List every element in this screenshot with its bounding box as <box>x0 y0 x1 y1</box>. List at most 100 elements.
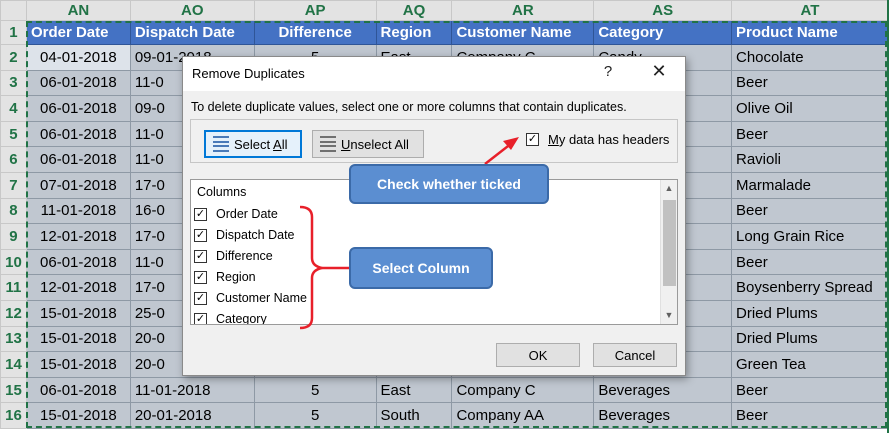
column-checkbox-item[interactable]: ✓ Category <box>194 309 267 324</box>
my-data-has-headers-checkbox[interactable]: ✓ My data has headers <box>526 132 669 147</box>
table-cell[interactable]: 07-01-2018 <box>25 171 131 199</box>
column-checkbox-item[interactable]: ✓ Difference <box>194 246 273 266</box>
table-cell[interactable]: East <box>375 376 453 404</box>
table-cell[interactable]: 06-01-2018 <box>25 376 131 404</box>
dialog-title-bar[interactable]: Remove Duplicates ? ✕ <box>183 57 685 91</box>
cancel-button[interactable]: Cancel <box>593 343 677 367</box>
column-checkbox-label: Customer Name <box>216 291 307 305</box>
column-checkbox[interactable]: ✓ <box>194 228 207 242</box>
column-header[interactable]: AT <box>731 0 889 21</box>
column-checkbox[interactable]: ✓ <box>194 249 207 263</box>
header-cell[interactable]: Order Date <box>25 20 131 45</box>
scroll-up-icon[interactable]: ▲ <box>661 180 677 197</box>
row-header[interactable]: 3 <box>0 69 27 97</box>
row-header[interactable]: 6 <box>0 146 27 173</box>
row-header[interactable]: 1 <box>0 20 27 45</box>
ok-button[interactable]: OK <box>496 343 580 367</box>
column-checkbox[interactable]: ✓ <box>194 270 207 284</box>
table-cell[interactable]: Olive Oil <box>731 95 889 122</box>
table-cell[interactable]: 15-01-2018 <box>25 325 131 353</box>
scroll-down-icon[interactable]: ▼ <box>661 307 677 324</box>
row-header[interactable]: 8 <box>0 197 27 225</box>
table-cell[interactable]: 06-01-2018 <box>25 120 131 148</box>
header-cell[interactable]: Category <box>593 20 732 45</box>
row-header[interactable]: 15 <box>0 376 27 404</box>
table-cell[interactable]: Marmalade <box>731 171 889 199</box>
row-header[interactable]: 9 <box>0 223 27 250</box>
table-cell[interactable]: 06-01-2018 <box>25 248 131 276</box>
close-icon[interactable]: ✕ <box>649 61 669 83</box>
table-cell[interactable]: 12-01-2018 <box>25 223 131 250</box>
table-cell[interactable]: Company C <box>451 376 595 404</box>
row-header[interactable]: 11 <box>0 274 27 301</box>
row-header[interactable]: 12 <box>0 299 27 327</box>
table-cell[interactable]: 15-01-2018 <box>25 299 131 327</box>
table-row: 15 06-01-2018 11-01-2018 5 East Company C Beve… <box>0 376 889 404</box>
table-cell[interactable]: Green Tea <box>731 351 889 378</box>
table-cell[interactable]: Beverages <box>593 402 732 429</box>
column-checkbox-item[interactable]: ✓ Region <box>194 267 256 287</box>
unselect-all-button[interactable]: Unselect All <box>312 130 424 158</box>
row-header[interactable]: 5 <box>0 120 27 148</box>
table-cell[interactable]: Dried Plums <box>731 299 889 327</box>
header-cell[interactable]: Customer Name <box>451 20 595 45</box>
select-all-corner[interactable] <box>0 0 27 21</box>
select-all-button[interactable]: Select All <box>204 130 302 158</box>
table-cell[interactable]: Beer <box>731 248 889 276</box>
column-checkbox-item[interactable]: ✓ Customer Name <box>194 288 307 308</box>
header-cell[interactable]: Region <box>375 20 453 45</box>
table-cell[interactable]: 15-01-2018 <box>25 351 131 378</box>
table-cell[interactable]: 15-01-2018 <box>25 402 131 429</box>
table-cell[interactable]: South <box>375 402 453 429</box>
row-header[interactable]: 16 <box>0 402 27 429</box>
help-button[interactable]: ? <box>599 63 617 83</box>
column-header[interactable]: AS <box>593 0 732 21</box>
table-cell[interactable]: Chocolate <box>731 44 889 71</box>
column-header[interactable]: AQ <box>375 0 453 21</box>
row-header[interactable]: 14 <box>0 351 27 378</box>
table-cell[interactable]: Company AA <box>451 402 595 429</box>
table-cell[interactable]: 12-01-2018 <box>25 274 131 301</box>
columns-scrollbar[interactable]: ▲ ▼ <box>660 180 677 324</box>
column-checkbox-item[interactable]: ✓ Dispatch Date <box>194 225 295 245</box>
table-cell[interactable]: Dried Plums <box>731 325 889 353</box>
table-cell[interactable]: 06-01-2018 <box>25 146 131 173</box>
column-header[interactable]: AO <box>129 0 255 21</box>
table-cell[interactable]: Beer <box>731 376 889 404</box>
table-cell[interactable]: Beverages <box>593 376 732 404</box>
header-cell[interactable]: Product Name <box>731 20 889 45</box>
table-cell[interactable]: 04-01-2018 <box>25 44 131 71</box>
header-cell[interactable]: Difference <box>253 20 377 45</box>
scroll-thumb[interactable] <box>663 200 676 286</box>
table-cell[interactable]: 5 <box>253 376 377 404</box>
column-header[interactable]: AR <box>451 0 595 21</box>
instruction-text: To delete duplicate values, select one o… <box>191 100 627 114</box>
header-cell[interactable]: Dispatch Date <box>129 20 255 45</box>
table-cell[interactable]: 20-01-2018 <box>129 402 255 429</box>
check-whether-ticked-callout: Check whether ticked <box>349 164 549 204</box>
row-header[interactable]: 13 <box>0 325 27 353</box>
table-cell[interactable]: 11-01-2018 <box>25 197 131 225</box>
table-cell[interactable]: Beer <box>731 197 889 225</box>
table-cell[interactable]: 06-01-2018 <box>25 69 131 97</box>
table-cell[interactable]: Boysenberry Spread <box>731 274 889 301</box>
table-cell[interactable]: 5 <box>253 402 377 429</box>
row-header[interactable]: 7 <box>0 171 27 199</box>
column-checkbox-item[interactable]: ✓ Order Date <box>194 204 278 224</box>
row-header[interactable]: 2 <box>0 44 27 71</box>
table-cell[interactable]: Long Grain Rice <box>731 223 889 250</box>
row-header[interactable]: 10 <box>0 248 27 276</box>
table-cell[interactable]: Beer <box>731 69 889 97</box>
headers-checkbox-box[interactable]: ✓ <box>526 133 539 146</box>
table-cell[interactable]: Ravioli <box>731 146 889 173</box>
column-checkbox[interactable]: ✓ <box>194 312 207 324</box>
table-cell[interactable]: Beer <box>731 120 889 148</box>
column-checkbox[interactable]: ✓ <box>194 207 207 221</box>
column-header[interactable]: AN <box>25 0 131 21</box>
table-cell[interactable]: 06-01-2018 <box>25 95 131 122</box>
table-cell[interactable]: Beer <box>731 402 889 429</box>
column-header[interactable]: AP <box>253 0 377 21</box>
row-header[interactable]: 4 <box>0 95 27 122</box>
column-checkbox[interactable]: ✓ <box>194 291 207 305</box>
table-cell[interactable]: 11-01-2018 <box>129 376 255 404</box>
